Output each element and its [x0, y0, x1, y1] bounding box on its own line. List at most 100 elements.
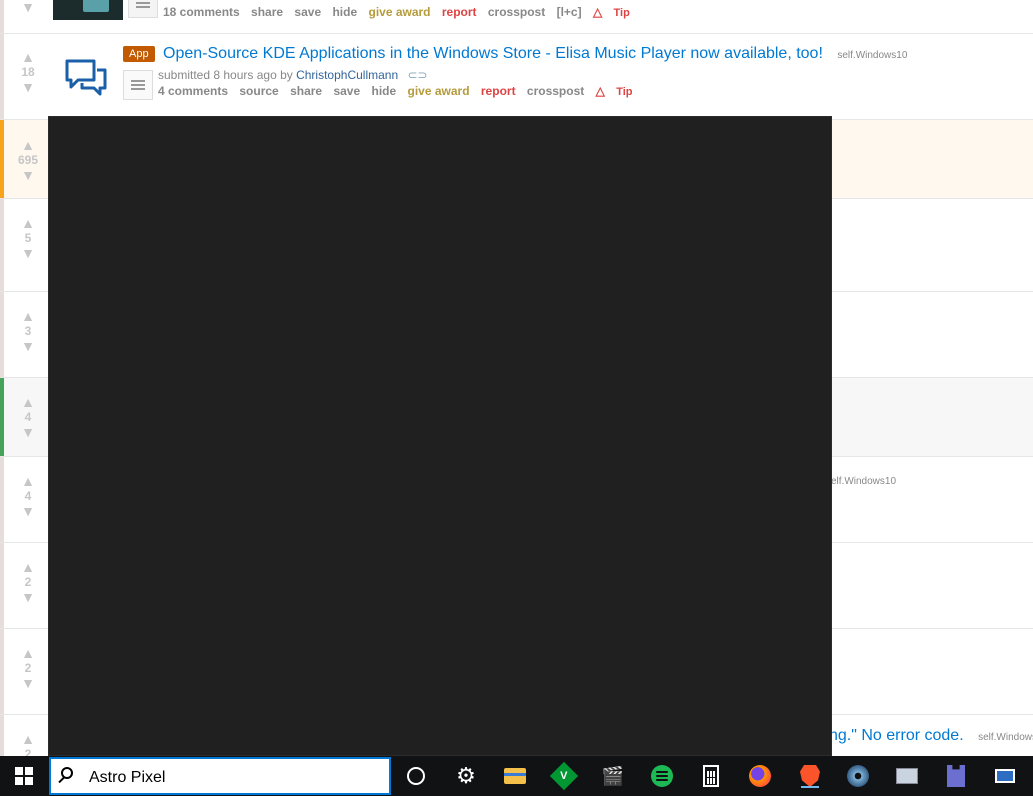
start-button[interactable]: [0, 756, 48, 796]
crosspost-link[interactable]: crosspost: [488, 5, 545, 19]
comments-link[interactable]: 18 comments: [163, 5, 240, 19]
post-domain[interactable]: self.Windows: [978, 732, 1033, 743]
remote-icon[interactable]: [993, 764, 1017, 788]
vote-column: ▲ 4 ▼: [8, 395, 48, 439]
post-status-bar: [0, 629, 4, 714]
post-title-line: App Open-Source KDE Applications in the …: [123, 45, 907, 63]
upvote-icon[interactable]: ▲: [21, 309, 35, 323]
post-score: 3: [24, 324, 32, 338]
post-score: 5: [24, 231, 32, 245]
calculator-icon[interactable]: [699, 764, 723, 788]
thumbnail-image: [83, 0, 109, 12]
upvote-icon[interactable]: ▲: [21, 216, 35, 230]
downvote-icon[interactable]: ▼: [21, 80, 35, 94]
crosspost-link[interactable]: crosspost: [527, 84, 584, 98]
search-input[interactable]: [87, 765, 381, 791]
tip-label: Tip: [613, 7, 630, 19]
give-award-link[interactable]: give award: [368, 5, 430, 19]
downvote-icon[interactable]: ▼: [21, 425, 35, 439]
upvote-icon[interactable]: ▲: [21, 646, 35, 660]
post-title[interactable]: ng." No error code.: [829, 727, 964, 744]
search-panel-overlay[interactable]: [48, 116, 832, 756]
comments-link[interactable]: 4 comments: [158, 84, 228, 98]
file-explorer-icon[interactable]: [503, 764, 527, 788]
post-domain[interactable]: self.Windows10: [837, 50, 907, 61]
spotify-icon[interactable]: [650, 764, 674, 788]
firefox-icon[interactable]: [748, 764, 772, 788]
vote-column: ▲ 3 ▼: [8, 309, 48, 353]
post-score: 2: [24, 575, 32, 589]
report-link[interactable]: report: [481, 84, 516, 98]
upvote-icon[interactable]: ▲: [21, 732, 35, 746]
flair-badge: App: [123, 45, 155, 62]
hide-link[interactable]: hide: [332, 5, 357, 19]
tip-label: Tip: [616, 86, 633, 98]
downvote-icon[interactable]: ▼: [21, 339, 35, 353]
post-score: 2: [24, 661, 32, 675]
post-status-bar: [0, 378, 4, 456]
tag-icon[interactable]: ⊂⊃: [407, 68, 427, 82]
share-link[interactable]: share: [251, 5, 283, 19]
submitted-text: submitted 8 hours ago by: [158, 68, 293, 82]
lc-link[interactable]: [l+c]: [557, 5, 582, 19]
vim-icon[interactable]: V: [549, 761, 579, 791]
downvote-icon[interactable]: ▼: [21, 504, 35, 518]
post-status-bar: [0, 34, 4, 119]
upvote-icon[interactable]: ▲: [21, 474, 35, 488]
save-link[interactable]: save: [333, 84, 360, 98]
brave-triangle-icon: △: [592, 5, 603, 19]
upvote-icon[interactable]: ▲: [21, 138, 35, 152]
post-score: 4: [24, 489, 32, 503]
post-status-bar: [0, 199, 4, 291]
task-view-icon[interactable]: [404, 764, 428, 788]
taskbar: ⚙ V 🎬: [0, 756, 1033, 796]
post-score: 2: [24, 747, 32, 756]
post-thumbnail[interactable]: [53, 0, 123, 20]
downvote-icon[interactable]: ▼: [21, 0, 35, 14]
video-editor-icon[interactable]: 🎬: [601, 764, 625, 788]
post-title[interactable]: Open-Source KDE Applications in the Wind…: [163, 45, 823, 62]
source-link[interactable]: source: [239, 84, 278, 98]
downvote-icon[interactable]: ▼: [21, 590, 35, 604]
author-link[interactable]: ChristophCullmann: [296, 68, 398, 82]
post-tagline: submitted 8 hours ago by ChristophCullma…: [158, 68, 428, 82]
upvote-icon[interactable]: ▲: [21, 560, 35, 574]
post-status-bar: [0, 292, 4, 377]
downvote-icon[interactable]: ▼: [21, 168, 35, 182]
give-award-link[interactable]: give award: [408, 84, 470, 98]
downvote-icon[interactable]: ▼: [21, 246, 35, 260]
tip-link[interactable]: △ Tip: [593, 5, 638, 19]
taskbar-search-box[interactable]: [49, 757, 391, 795]
active-app-indicator: [801, 786, 819, 788]
post-buttons: 4 comments source share save hide give a…: [158, 84, 648, 98]
save-link[interactable]: save: [294, 5, 321, 19]
image-icon: [128, 0, 158, 18]
self-post-icon: [123, 70, 153, 100]
brave-icon[interactable]: [797, 764, 823, 788]
tip-link[interactable]: △ Tip: [596, 84, 641, 98]
hide-link[interactable]: hide: [372, 84, 397, 98]
report-link[interactable]: report: [442, 5, 477, 19]
upvote-icon[interactable]: ▲: [21, 50, 35, 64]
post-item: ▼ 18 comments share save hide give award…: [0, 0, 1033, 34]
upvote-icon[interactable]: ▲: [21, 395, 35, 409]
post-status-bar: [0, 457, 4, 542]
tower-icon[interactable]: [944, 764, 968, 788]
post-domain[interactable]: self.Windows10: [826, 476, 896, 487]
post-score: 18: [21, 65, 35, 79]
share-link[interactable]: share: [290, 84, 322, 98]
post-status-bar: [0, 120, 4, 198]
vote-column: ▲ 5 ▼: [8, 216, 48, 260]
downvote-icon[interactable]: ▼: [21, 676, 35, 690]
post-status-bar: [0, 0, 4, 33]
network-icon[interactable]: [895, 764, 919, 788]
chat-bubbles-icon[interactable]: [64, 58, 108, 96]
post-status-bar: [0, 543, 4, 628]
post-buttons: 18 comments share save hide give award r…: [163, 5, 646, 19]
vote-column: ▲ 2: [8, 732, 48, 756]
brave-triangle-icon: △: [595, 84, 605, 98]
search-icon: [61, 767, 73, 779]
vote-column: ▲ 4 ▼: [8, 474, 48, 518]
settings-gear-icon[interactable]: ⚙: [454, 763, 478, 788]
disk-icon[interactable]: [846, 764, 870, 788]
